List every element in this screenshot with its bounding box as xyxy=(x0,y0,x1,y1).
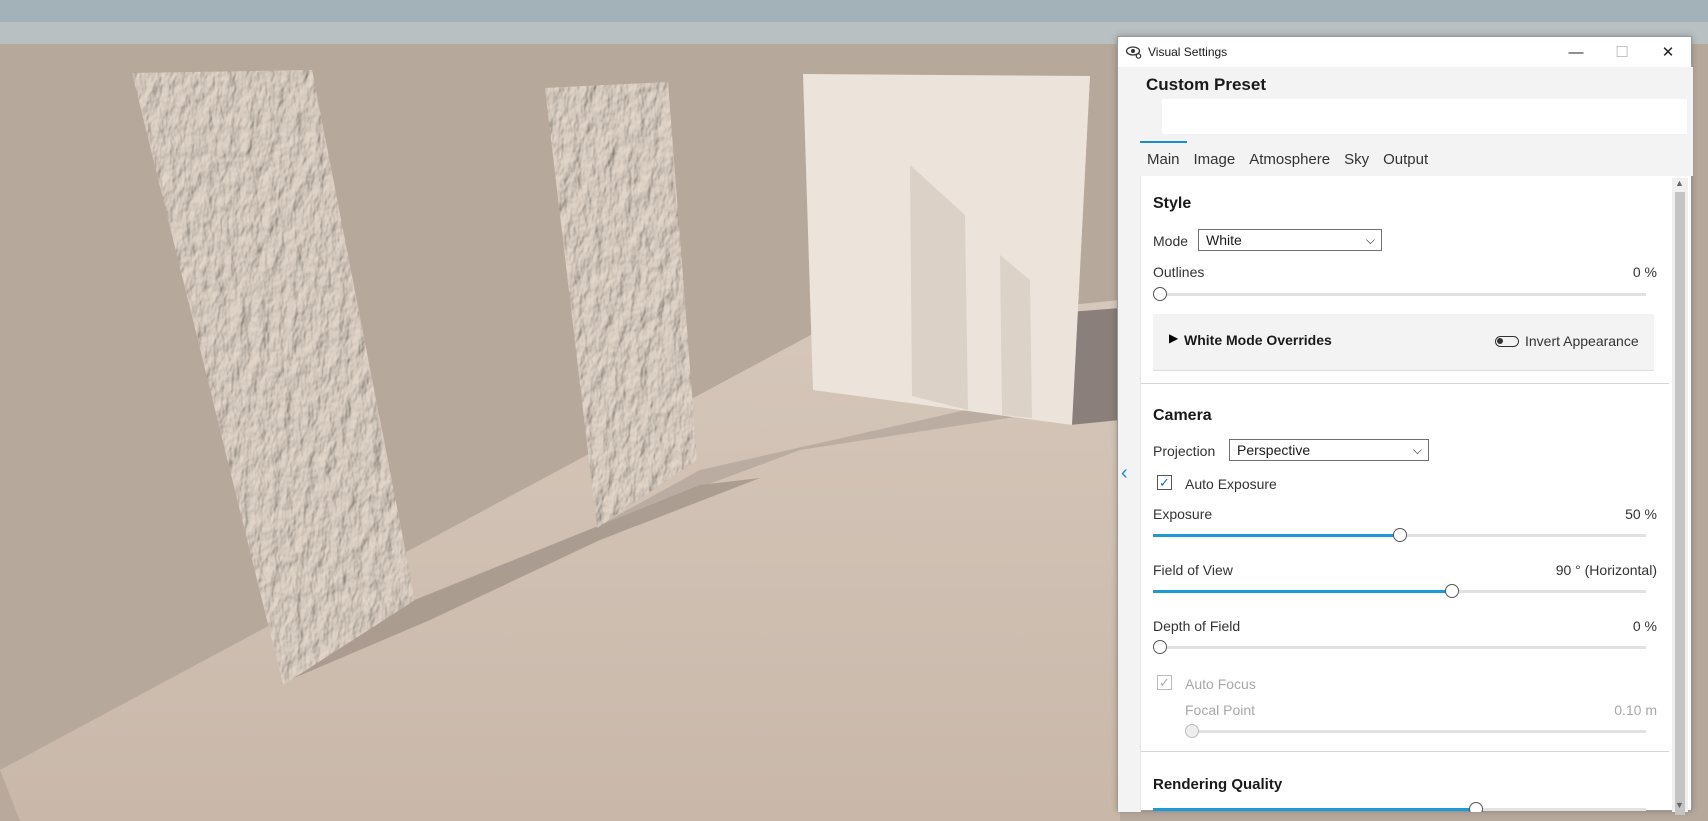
invert-label: Invert Appearance xyxy=(1525,333,1639,349)
rendering-quality-slider-thumb[interactable] xyxy=(1469,802,1483,812)
fov-label: Field of View xyxy=(1153,562,1233,578)
collapsed-side-panel: ‹ xyxy=(1118,67,1141,812)
preset-title: Custom Preset xyxy=(1146,75,1266,94)
projection-label: Projection xyxy=(1153,443,1216,459)
outlines-slider-thumb[interactable] xyxy=(1153,287,1167,301)
invert-toggle[interactable] xyxy=(1495,336,1519,347)
focal-point-slider-thumb[interactable] xyxy=(1185,724,1199,738)
maximize-button[interactable]: ☐ xyxy=(1599,37,1645,67)
outlines-slider[interactable] xyxy=(1153,287,1646,301)
tab-sky[interactable]: Sky xyxy=(1337,144,1376,176)
chevron-down-icon: ⌵ xyxy=(1365,233,1375,247)
preset-box[interactable] xyxy=(1162,99,1687,134)
scroll-up-icon[interactable]: ▲ xyxy=(1675,178,1684,188)
fov-slider-thumb[interactable] xyxy=(1445,584,1459,598)
tab-main[interactable]: Main xyxy=(1140,141,1187,176)
style-heading: Style xyxy=(1153,195,1192,212)
close-button[interactable]: ✕ xyxy=(1645,37,1691,67)
exposure-value: 50 % xyxy=(1625,506,1657,522)
rendering-quality-slider[interactable] xyxy=(1153,802,1646,812)
window-title: Visual Settings xyxy=(1148,45,1228,59)
focal-point-label: Focal Point xyxy=(1185,702,1256,718)
exposure-label: Exposure xyxy=(1153,506,1213,522)
scroll-down-icon[interactable]: ▼ xyxy=(1675,800,1684,810)
rendering-quality-heading: Rendering Quality xyxy=(1153,776,1283,793)
outlines-label: Outlines xyxy=(1153,264,1205,280)
minimize-icon: — xyxy=(1568,43,1584,61)
overrides-label: White Mode Overrides xyxy=(1184,332,1332,348)
rendering-quality-slider-fill xyxy=(1153,808,1476,811)
exposure-slider-fill xyxy=(1153,534,1400,537)
minimize-button[interactable]: — xyxy=(1553,37,1599,67)
outlines-value: 0 % xyxy=(1632,264,1657,280)
camera-heading: Camera xyxy=(1153,407,1212,424)
visual-settings-window[interactable]: Visual Settings — ☐ ✕ ‹ Custom Preset Ma… xyxy=(1117,36,1693,815)
auto-exposure-checkbox[interactable]: ✓ xyxy=(1157,475,1172,490)
auto-exposure-label: Auto Exposure xyxy=(1185,476,1277,492)
projection-value: Perspective xyxy=(1237,442,1311,458)
scrollbar-thumb[interactable] xyxy=(1675,192,1685,815)
settings-content: Style Mode White ⌵ Outlines 0 % ▶ White … xyxy=(1140,176,1670,812)
tab-output[interactable]: Output xyxy=(1376,144,1435,176)
dof-label: Depth of Field xyxy=(1153,618,1241,634)
dof-slider-thumb[interactable] xyxy=(1153,640,1167,654)
tab-image[interactable]: Image xyxy=(1187,144,1243,176)
fov-slider-fill xyxy=(1153,590,1452,593)
chevron-left-icon[interactable]: ‹ xyxy=(1121,463,1128,483)
fov-slider[interactable] xyxy=(1153,584,1646,598)
close-icon: ✕ xyxy=(1661,44,1675,61)
focal-point-slider[interactable] xyxy=(1185,724,1646,738)
white-mode-overrides-section[interactable]: ▶ White Mode Overrides Invert Appearance xyxy=(1153,314,1654,371)
auto-focus-checkbox[interactable]: ✓ xyxy=(1157,675,1172,690)
vertical-scrollbar[interactable]: ▲ ▼ xyxy=(1672,178,1688,815)
maximize-icon: ☐ xyxy=(1615,44,1629,61)
tab-bar: Main Image Atmosphere Sky Output xyxy=(1140,141,1693,176)
expand-triangle-icon[interactable]: ▶ xyxy=(1169,331,1178,345)
section-divider xyxy=(1141,383,1669,384)
projection-select[interactable]: Perspective ⌵ xyxy=(1229,439,1429,461)
section-divider xyxy=(1141,751,1669,752)
fov-value: 90 ° (Horizontal) xyxy=(1555,562,1657,578)
dof-value: 0 % xyxy=(1632,618,1657,634)
exposure-slider[interactable] xyxy=(1153,528,1646,542)
exposure-slider-thumb[interactable] xyxy=(1393,528,1407,542)
auto-focus-label: Auto Focus xyxy=(1185,676,1256,692)
dof-slider[interactable] xyxy=(1153,640,1646,654)
title-bar[interactable]: Visual Settings — ☐ ✕ xyxy=(1118,37,1691,67)
focal-point-value: 0.10 m xyxy=(1614,702,1657,718)
mode-label: Mode xyxy=(1153,233,1189,249)
chevron-down-icon: ⌵ xyxy=(1412,443,1422,457)
mode-value: White xyxy=(1206,232,1242,248)
eye-gear-icon xyxy=(1126,44,1142,60)
mode-select[interactable]: White ⌵ xyxy=(1198,229,1382,251)
tab-atmosphere[interactable]: Atmosphere xyxy=(1242,144,1337,176)
